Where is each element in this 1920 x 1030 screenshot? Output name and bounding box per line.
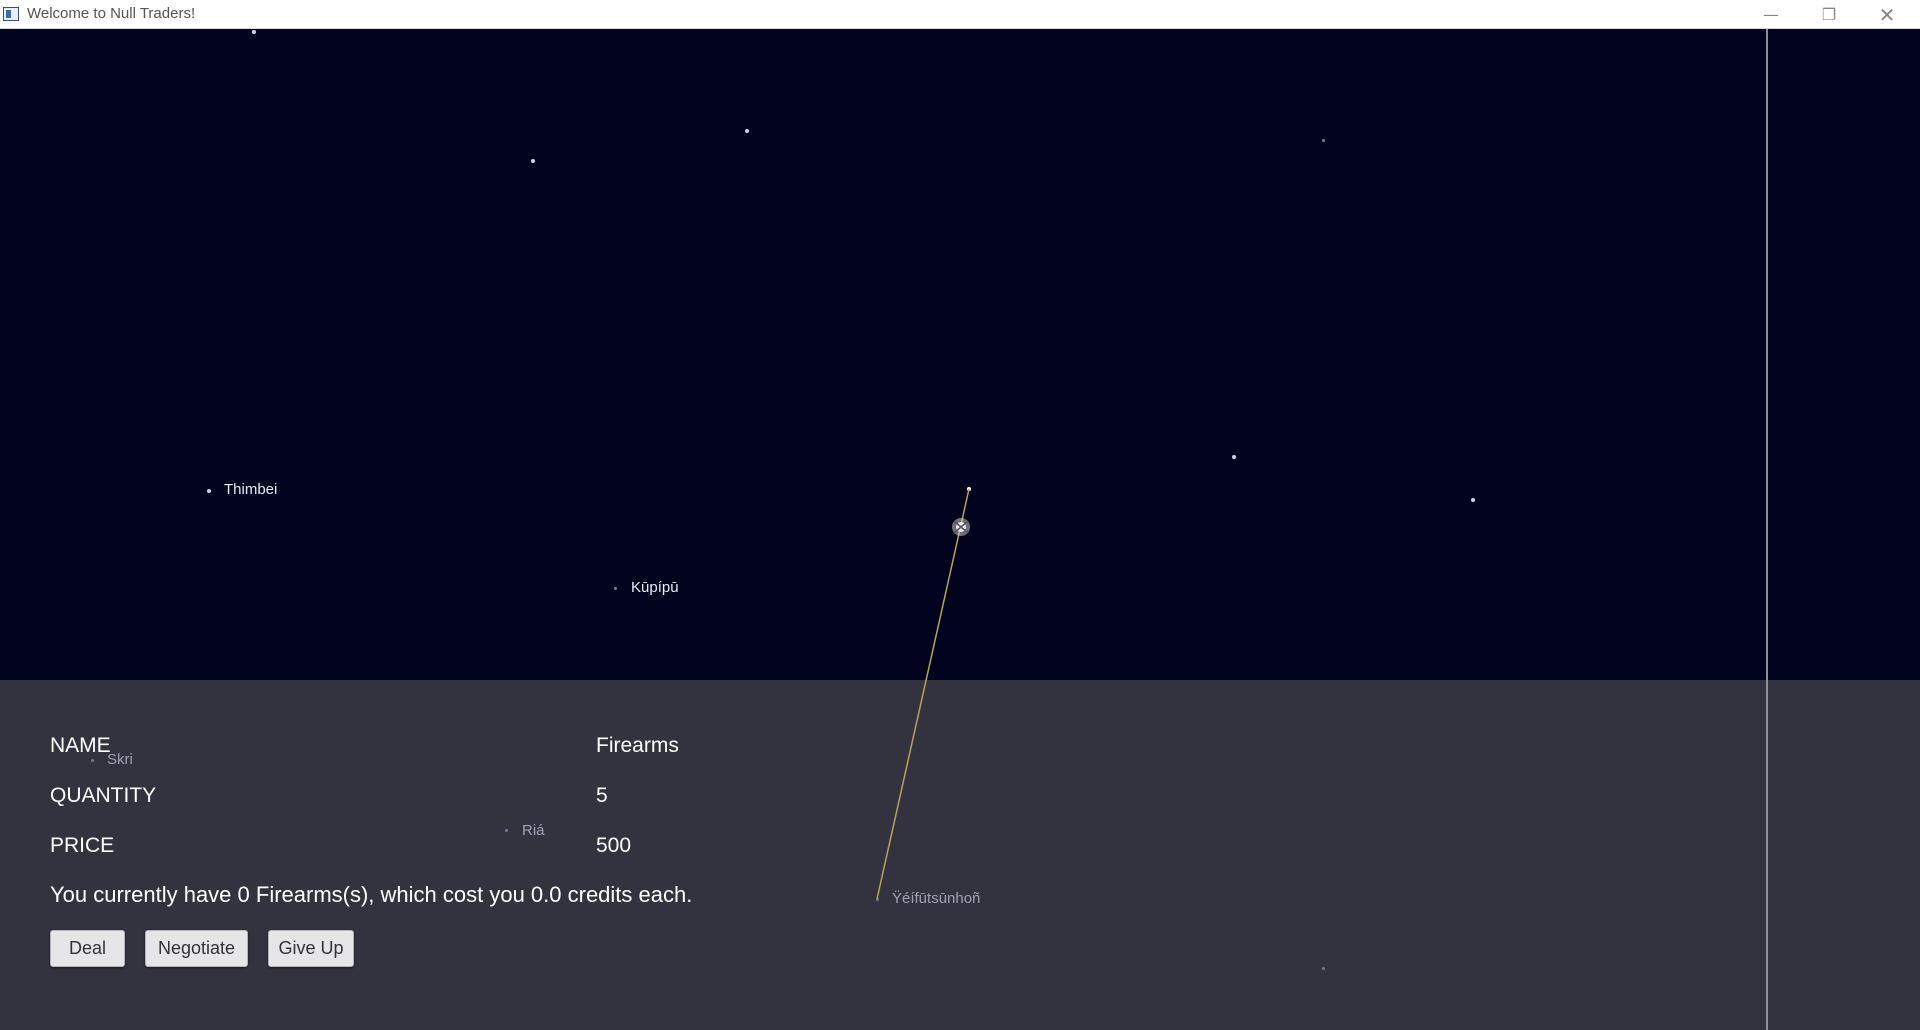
planet-dot-skri[interactable]: [91, 759, 94, 762]
app-icon: [3, 7, 19, 21]
star[interactable]: [1322, 967, 1325, 970]
deal-button[interactable]: Deal: [50, 930, 125, 967]
planet-dot-thimbei[interactable]: [207, 489, 211, 493]
planet-label-kupipu[interactable]: Kūpípū: [631, 579, 679, 596]
star[interactable]: [1471, 498, 1475, 502]
restore-icon[interactable]: ❐: [1800, 0, 1858, 29]
trade-panel: [0, 680, 1920, 1030]
planet-label-yeifutsunhon[interactable]: Ÿéífūtsūnhoñ: [892, 890, 980, 907]
name-value: Firearms: [596, 734, 679, 757]
planet-dot-yeifutsunhon[interactable]: [876, 898, 879, 901]
star[interactable]: [252, 30, 256, 34]
planet-dot-ria[interactable]: [505, 829, 508, 832]
star[interactable]: [1232, 455, 1236, 459]
quantity-value: 5: [596, 784, 608, 807]
name-label: NAME: [50, 734, 111, 757]
quantity-label: QUANTITY: [50, 784, 157, 807]
give-up-button[interactable]: Give Up: [268, 930, 354, 967]
price-label: PRICE: [50, 834, 115, 857]
planet-label-ria[interactable]: Riá: [522, 822, 545, 839]
negotiate-button[interactable]: Negotiate: [145, 930, 248, 967]
window-titlebar: Welcome to Null Traders! — ❐ ✕: [0, 0, 1920, 29]
planet-label-thimbei[interactable]: Thimbei: [224, 481, 277, 498]
star-destination[interactable]: [967, 487, 971, 491]
close-icon[interactable]: ✕: [1858, 0, 1916, 29]
minimize-icon[interactable]: —: [1742, 0, 1800, 29]
star[interactable]: [531, 159, 535, 163]
star[interactable]: [745, 129, 749, 133]
price-value: 500: [596, 834, 632, 857]
star-map[interactable]: [0, 29, 1920, 680]
star[interactable]: [1322, 139, 1325, 142]
window-title: Welcome to Null Traders!: [27, 5, 196, 22]
ship-icon[interactable]: [949, 515, 973, 539]
map-divider: [1766, 29, 1768, 1030]
planet-dot-kupipu[interactable]: [614, 587, 617, 590]
inventory-info: You currently have 0 Firearms(s), which …: [50, 882, 693, 907]
planet-label-skri[interactable]: Skri: [107, 751, 133, 768]
